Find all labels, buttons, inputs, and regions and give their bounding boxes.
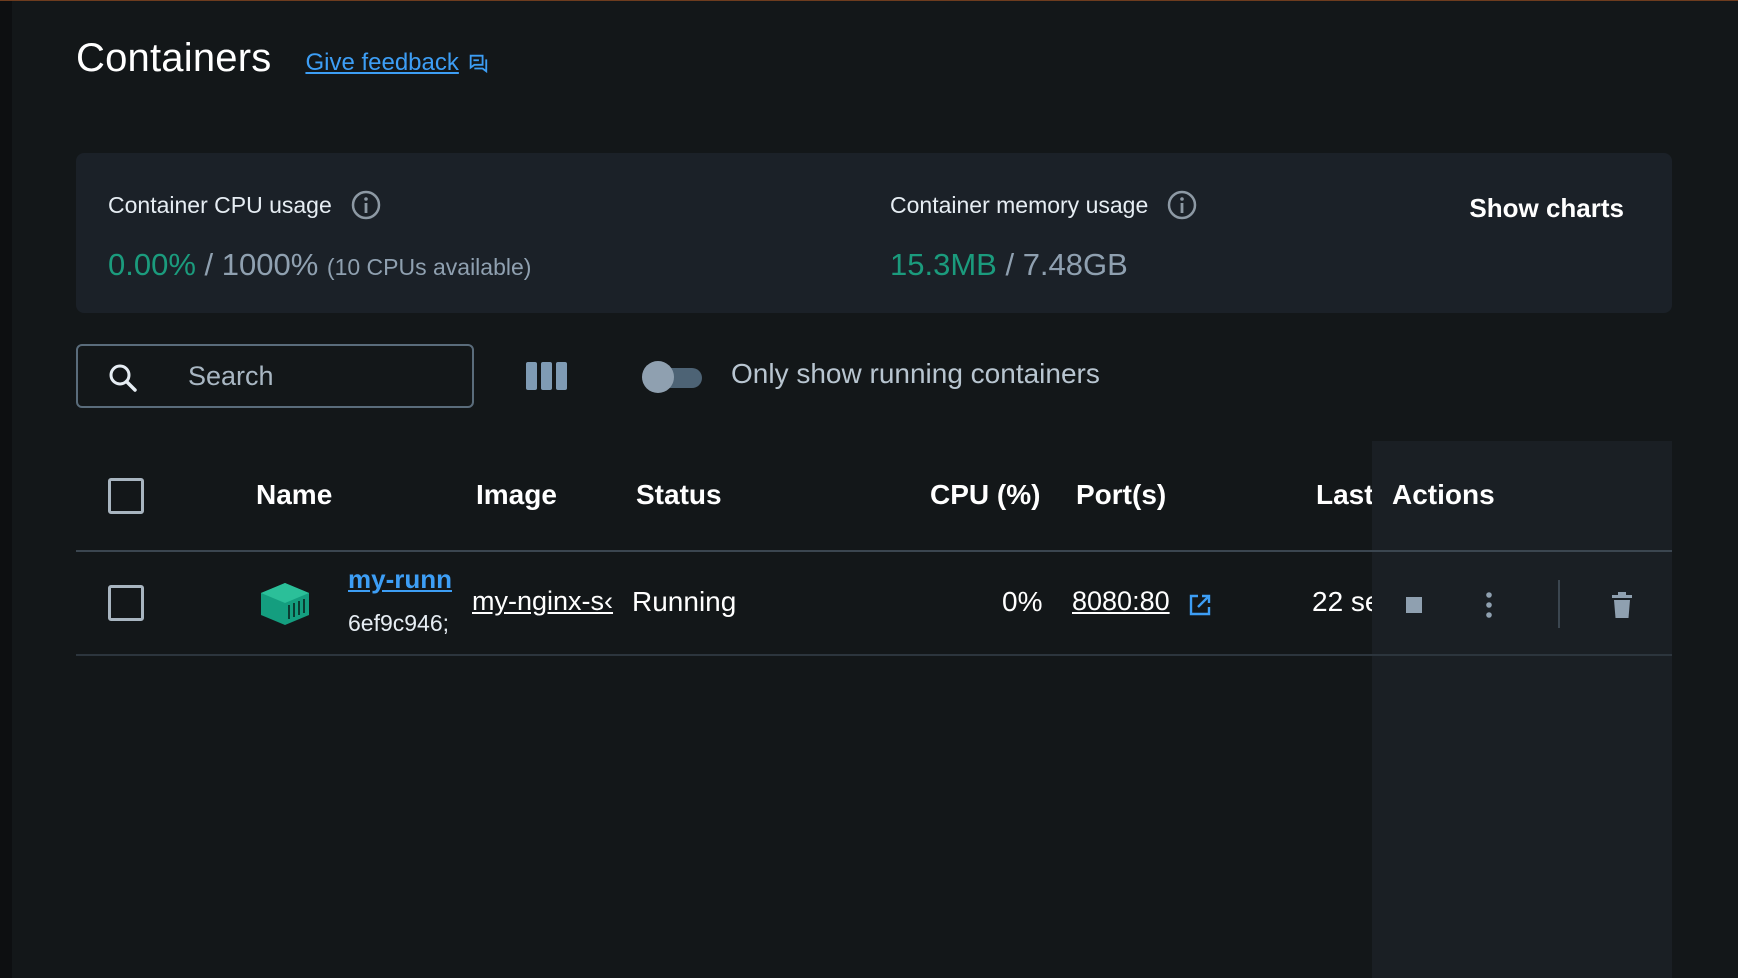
toggle-knob [642,361,674,393]
cpu-info-icon[interactable] [350,189,382,221]
cpu-usage-stat: Container CPU usage 0.00% / 1000% (10 CP… [108,189,531,283]
page-header: Containers Give feedback [76,36,489,81]
memory-usage-value: 15.3MB / 7.48GB [890,247,1198,283]
more-vertical-icon[interactable] [1485,591,1493,619]
memory-separator: / [996,247,1023,282]
memory-usage-stat: Container memory usage 15.3MB / 7.48GB [890,189,1198,283]
search-icon [109,364,137,392]
container-port-link[interactable]: 8080:80 [1072,586,1170,617]
containers-toolbar: Only show running containers [76,344,1676,408]
give-feedback-label[interactable]: Give feedback [305,49,458,77]
column-header-ports[interactable]: Port(s) [1076,479,1166,511]
container-id: 6ef9c946; [348,610,450,636]
left-edge-strip [0,0,12,978]
memory-info-icon[interactable] [1166,189,1198,221]
column-header-image[interactable]: Image [476,479,557,511]
show-charts-button[interactable]: Show charts [1469,193,1624,224]
cpu-usage-label: Container CPU usage [108,191,332,218]
row-select-checkbox[interactable] [108,585,144,621]
container-icon [261,583,309,625]
cpu-note: (10 CPUs available) [326,254,532,280]
search-input[interactable] [188,346,458,406]
trash-icon[interactable] [1612,592,1632,618]
cpu-usage-value: 0.00% / 1000% (10 CPUs available) [108,247,531,283]
column-header-status[interactable]: Status [636,479,722,511]
container-image-link[interactable]: my-nginx-s‹ [472,586,618,617]
search-box[interactable] [76,344,474,408]
actions-divider [1558,580,1560,628]
memory-usage-label: Container memory usage [890,191,1149,218]
container-status: Running [632,586,737,617]
table-row[interactable]: my-runn 6ef9c946; my-nginx-s‹ Running 0%… [76,552,1672,656]
cpu-separator: / [195,247,222,282]
cpu-used: 0.00% [108,247,196,282]
column-header-last-started[interactable]: Last [1316,479,1372,511]
column-header-actions: Actions [1392,479,1495,510]
column-header-name[interactable]: Name [256,479,332,511]
table-header: Name Image Status CPU (%) Port(s) Last A… [76,441,1672,552]
usage-stats-card: Container CPU usage 0.00% / 1000% (10 CP… [76,153,1672,313]
feedback-icon [469,54,488,73]
container-last-started: 22 se [1312,586,1372,617]
columns-icon[interactable] [526,362,568,390]
running-only-toggle[interactable] [642,360,702,393]
containers-table: Name Image Status CPU (%) Port(s) Last A… [76,441,1672,656]
select-all-checkbox[interactable] [108,478,144,514]
memory-total: 7.48GB [1022,247,1128,282]
column-header-cpu[interactable]: CPU (%) [930,479,1040,511]
top-border [0,0,1738,1]
container-name-link[interactable]: my-runn [348,564,456,595]
cpu-total: 1000% [221,247,319,282]
running-only-label: Only show running containers [731,358,1100,389]
memory-used: 15.3MB [890,247,997,282]
stop-icon[interactable] [1406,597,1422,613]
give-feedback-link[interactable]: Give feedback [305,49,488,77]
page-title: Containers [76,36,272,80]
container-cpu: 0% [1002,586,1043,617]
external-link-icon[interactable] [1188,593,1212,617]
